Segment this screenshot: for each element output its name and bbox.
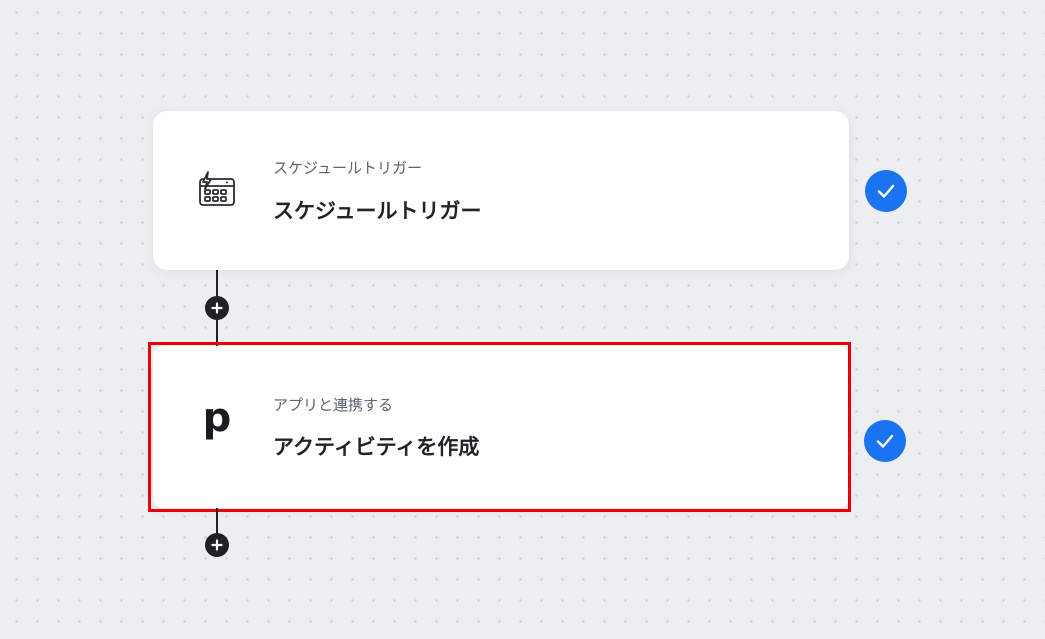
create-activity-step-card[interactable]: p アプリと連携する アクティビティを作成	[153, 346, 849, 508]
schedule-trigger-step-card[interactable]: スケジュールトリガー スケジュールトリガー	[153, 111, 849, 270]
plus-icon	[211, 302, 223, 314]
pipedrive-logo-icon: p	[193, 397, 241, 445]
pipedrive-logo-letter: p	[202, 395, 232, 441]
add-step-button[interactable]	[205, 296, 229, 320]
calendar-lightning-icon	[193, 166, 241, 214]
step-subtitle: スケジュールトリガー	[273, 159, 422, 177]
completed-check-icon	[864, 420, 906, 462]
completed-check-icon	[865, 170, 907, 212]
plus-icon	[211, 539, 223, 551]
step-title: アクティビティを作成	[273, 435, 480, 459]
workflow-canvas: スケジュールトリガー スケジュールトリガー p アプリと連携する アクティビティ…	[0, 0, 1045, 639]
step-subtitle: アプリと連携する	[273, 396, 394, 414]
step-title: スケジュールトリガー	[273, 199, 482, 223]
add-step-button[interactable]	[205, 533, 229, 557]
